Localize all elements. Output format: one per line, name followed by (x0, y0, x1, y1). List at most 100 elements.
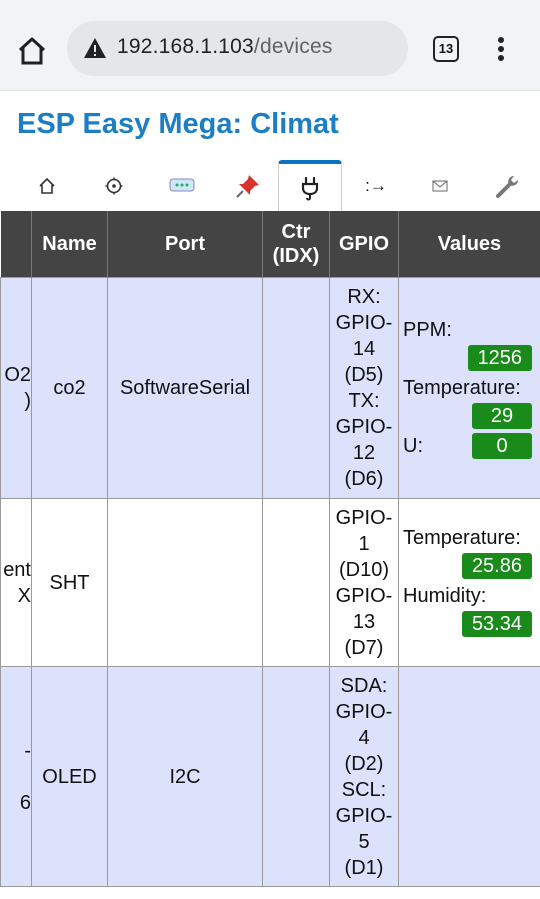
gpio-line: (D1) (344, 856, 384, 879)
value-badge: 53.34 (461, 610, 532, 637)
value-badge: 0 (472, 433, 532, 459)
gpio-line: GPIO- (335, 416, 393, 438)
column-header-ctr[interactable]: Ctr (IDX) (262, 211, 330, 278)
gpio-line: GPIO- (335, 700, 393, 723)
browser-toolbar: 192.168.1.103/devices 13 (0, 8, 540, 91)
port-cell: I2C (107, 666, 263, 887)
gpio-line: SCL: (341, 778, 387, 801)
device-cell: ent X (0, 498, 32, 667)
value-label: PPM: (403, 319, 452, 341)
devices-table: Name Port Ctr (IDX) GPIO Values O2 ) co2 … (0, 211, 540, 887)
column-header-values[interactable]: Values (398, 211, 540, 278)
gpio-line: 1 (358, 532, 370, 555)
device-clip-line: - (24, 739, 31, 762)
name-cell: co2 (31, 277, 108, 499)
gpio-line: GPIO- (335, 506, 393, 529)
ctr-cell (262, 666, 330, 887)
tab-switcher-button[interactable]: 13 (433, 36, 459, 62)
ctr-cell (262, 498, 330, 667)
value-label: Temperature: (403, 377, 521, 399)
value-badge: 29 (472, 403, 532, 429)
value-label: U: (403, 435, 423, 457)
device-clip-line: 6 (19, 791, 31, 814)
browser-home-button[interactable] (14, 34, 50, 68)
gpio-cell: GPIO- 1 (D10) GPIO- 13 (D7) (329, 498, 399, 667)
menu-dot-icon (498, 46, 504, 52)
device-cell: O2 ) (0, 277, 32, 499)
ctr-header-line2: (IDX) (272, 245, 320, 267)
gpio-line: (D7) (344, 636, 384, 659)
plug-icon (301, 176, 319, 201)
device-cell: - 6 (0, 666, 32, 887)
table-row[interactable]: - 6 OLED I2C SDA: GPIO- 4 (D2) SCL: GPIO… (0, 666, 540, 887)
ctr-header-line1: Ctr (281, 221, 311, 243)
gpio-line: SDA: (340, 674, 388, 697)
port-cell (107, 498, 263, 667)
values-cell (398, 666, 540, 887)
column-header-name[interactable]: Name (31, 211, 108, 278)
value-label: Humidity: (403, 584, 487, 607)
values-cell: Temperature: 25.86 Humidity: 53.34 (398, 498, 540, 667)
table-header-row: Name Port Ctr (IDX) GPIO Values (0, 211, 540, 278)
tab-config[interactable] (82, 160, 146, 212)
page-title: ESP Easy Mega: Climat (17, 108, 339, 140)
browser-menu-button[interactable] (492, 34, 510, 66)
device-clip-line: ) (24, 390, 31, 412)
value-label: Temperature: (403, 526, 521, 549)
gpio-cell: RX: GPIO- 14 (D5) TX: GPIO- 12 (D6) (329, 277, 399, 499)
value-row: U: 0 (403, 433, 536, 459)
column-header-port[interactable]: Port (107, 211, 263, 278)
address-bar[interactable]: 192.168.1.103/devices (67, 21, 408, 76)
gpio-line: 4 (358, 726, 370, 749)
gpio-line: (D6) (344, 468, 384, 490)
value-badge: 1256 (467, 345, 532, 371)
port-cell: SoftwareSerial (107, 277, 263, 499)
name-cell: OLED (31, 666, 108, 887)
url-text: 192.168.1.103/devices (117, 35, 333, 59)
rules-icon: :→ (365, 176, 387, 195)
table-row[interactable]: O2 ) co2 SoftwareSerial RX: GPIO- 14 (D5… (0, 277, 540, 499)
gpio-line: GPIO- (335, 584, 393, 607)
gpio-line: GPIO- (335, 312, 393, 334)
column-header-gpio[interactable]: GPIO (329, 211, 399, 278)
gpio-line: (D2) (344, 752, 384, 775)
gpio-line: 5 (358, 830, 370, 853)
url-path: /devices (253, 35, 333, 58)
envelope-icon (432, 180, 448, 192)
tab-rules[interactable]: :→ (344, 160, 408, 212)
values-cell: PPM: 1256 Temperature: 29 U: 0 (398, 277, 540, 499)
gpio-line: GPIO- (335, 804, 393, 827)
value-badge: 25.86 (461, 552, 532, 579)
gpio-line: 12 (352, 442, 376, 464)
tab-main[interactable] (15, 160, 79, 212)
name-cell: SHT (31, 498, 108, 667)
controllers-icon (169, 178, 195, 192)
table-row[interactable]: ent X SHT GPIO- 1 (D10) GPIO- 13 (D7) Te… (0, 498, 540, 667)
gpio-line: 13 (352, 610, 376, 633)
settings-icon (105, 177, 123, 195)
gpio-line: RX: (347, 286, 381, 308)
url-host: 192.168.1.103 (117, 35, 254, 58)
tab-hardware[interactable] (216, 160, 280, 212)
home-icon (39, 177, 55, 194)
wrench-icon (496, 176, 518, 198)
not-secure-warning-icon (84, 38, 106, 58)
tab-tools[interactable] (476, 160, 540, 212)
tab-notifications[interactable] (408, 160, 472, 212)
gpio-line: (D5) (344, 364, 384, 386)
pushpin-icon (236, 175, 259, 198)
device-clip-line: O2 (4, 364, 31, 386)
tab-controllers[interactable] (150, 160, 214, 212)
device-clip-line: ent (3, 558, 31, 581)
device-clip-line: X (17, 584, 31, 607)
menu-dot-icon (498, 37, 504, 43)
column-header-device (0, 211, 32, 278)
home-icon (18, 37, 46, 65)
status-bar (0, 0, 540, 8)
tab-devices[interactable] (278, 160, 342, 212)
gpio-line: TX: (348, 390, 380, 412)
gpio-line: (D10) (338, 558, 389, 581)
nav-tabs: :→ (0, 160, 540, 212)
ctr-cell (262, 277, 330, 499)
gpio-line: 14 (352, 338, 376, 360)
